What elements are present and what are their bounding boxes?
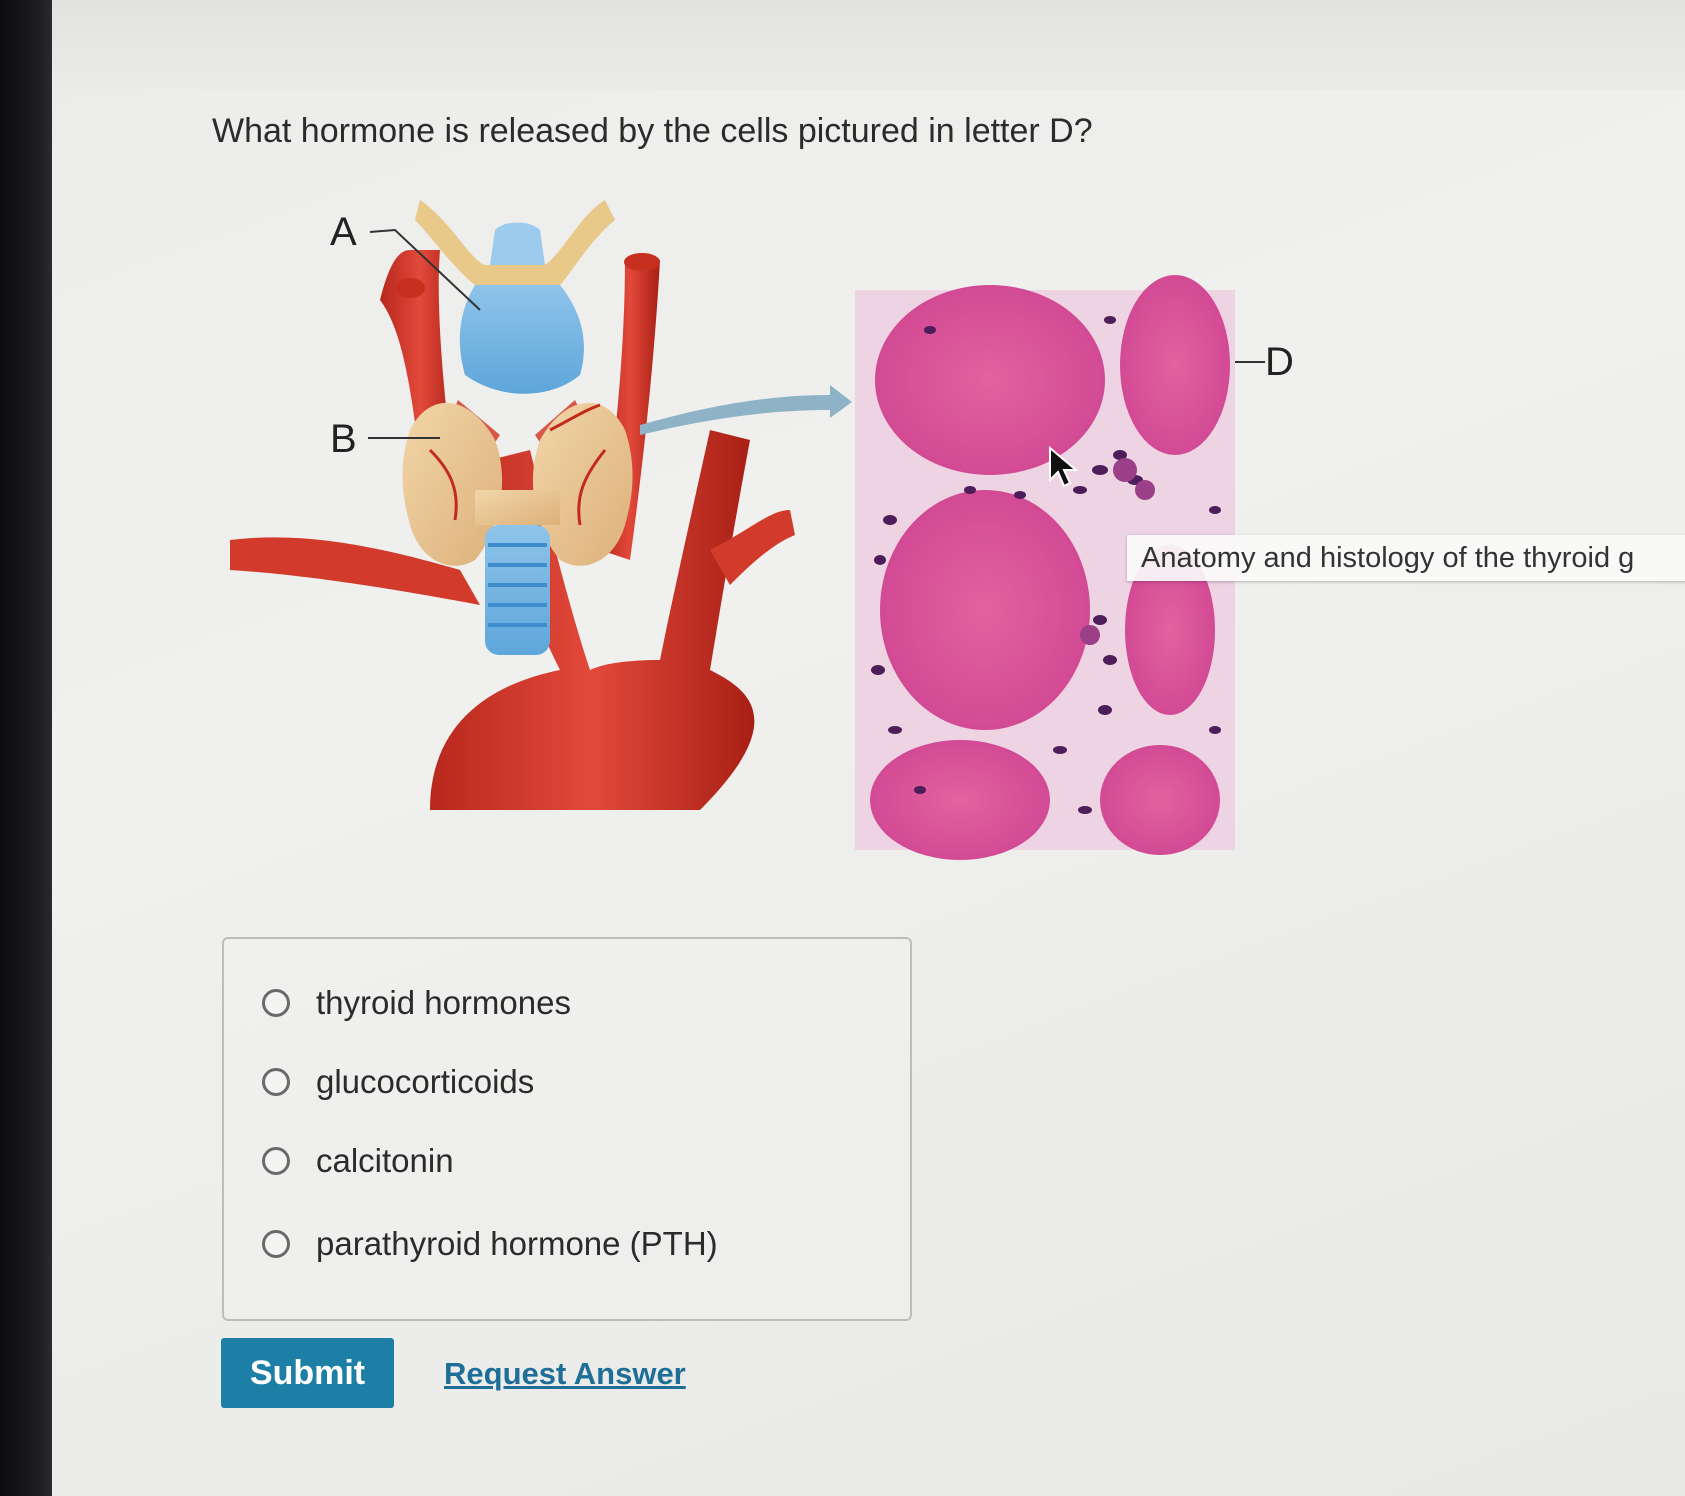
radio-button[interactable] (262, 1068, 290, 1096)
label-b: B (330, 417, 357, 461)
figure-caption-tooltip: Anatomy and histology of the thyroid g (1127, 535, 1685, 581)
radio-button[interactable] (262, 1147, 290, 1175)
option-label: glucocorticoids (316, 1063, 535, 1100)
option-label: thyroid hormones (316, 984, 571, 1021)
radio-button[interactable] (262, 1230, 290, 1258)
radio-button[interactable] (262, 989, 290, 1017)
submit-button[interactable]: Submit (221, 1338, 394, 1408)
option-calcitonin[interactable]: calcitonin (262, 1141, 454, 1181)
option-label: calcitonin (316, 1142, 454, 1179)
thyroid-anatomy-illustration (230, 200, 852, 810)
answer-options: thyroid hormones glucocorticoids calcito… (222, 937, 912, 1321)
label-a: A (330, 210, 357, 254)
option-glucocorticoids[interactable]: glucocorticoids (262, 1062, 534, 1102)
request-answer-link[interactable]: Request Answer (444, 1356, 686, 1392)
option-thyroid-hormones[interactable]: thyroid hormones (262, 983, 571, 1023)
question-text: What hormone is released by the cells pi… (212, 112, 1093, 150)
monitor-bezel (0, 0, 52, 1496)
option-parathyroid-hormone[interactable]: parathyroid hormone (PTH) (262, 1224, 718, 1264)
label-d: D (1265, 340, 1294, 384)
option-label: parathyroid hormone (PTH) (316, 1225, 718, 1262)
header-band (52, 0, 1685, 90)
